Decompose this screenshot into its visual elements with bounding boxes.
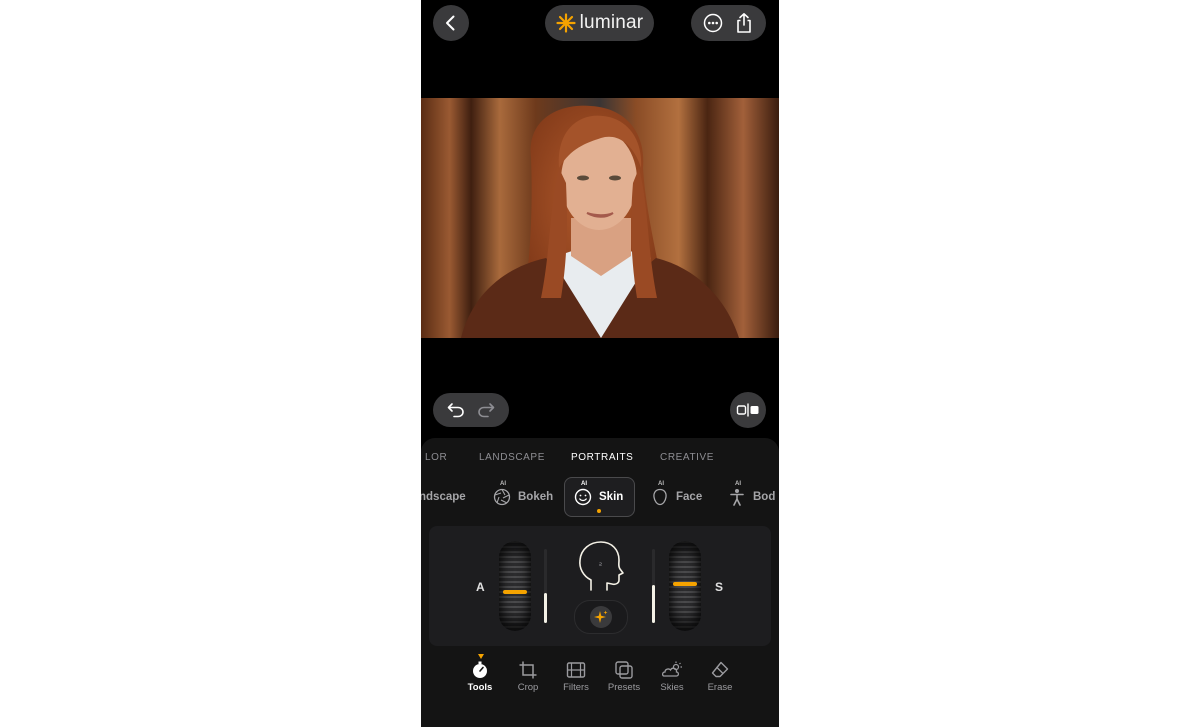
luminar-logo-icon <box>556 13 576 33</box>
compare-button[interactable] <box>730 392 766 428</box>
face-icon: AI <box>651 481 669 506</box>
tool-face[interactable]: AI Face <box>651 477 702 517</box>
left-level-track <box>544 549 547 623</box>
crop-icon <box>519 661 537 679</box>
tool-label: Skin <box>599 491 624 503</box>
portrait-photo <box>421 98 779 338</box>
nav-tools[interactable]: Tools <box>456 660 504 693</box>
smile-icon: AI <box>574 481 592 506</box>
left-dial-marker <box>503 590 527 594</box>
presets-icon <box>615 661 633 679</box>
left-level-fill <box>544 593 547 623</box>
filters-icon <box>566 662 586 678</box>
nav-crop[interactable]: Crop <box>504 660 552 693</box>
nav-label: Tools <box>467 682 493 693</box>
tool-label: Face <box>676 491 703 503</box>
right-dial[interactable] <box>669 541 701 631</box>
nav-presets[interactable]: Presets <box>600 660 648 693</box>
body-icon: AI <box>728 481 746 506</box>
right-dial-marker <box>673 582 697 586</box>
tool-label: Bod <box>753 491 776 503</box>
undo-redo-group <box>433 393 509 427</box>
head-profile-icon: ƨ <box>579 541 624 591</box>
svg-text:ƨ: ƨ <box>599 561 602 568</box>
nav-label: Crop <box>517 682 539 693</box>
phone-screen: luminar LOR LANDSCAPE PORTRAITS CREATIVE… <box>421 0 779 727</box>
app-name: luminar <box>579 12 644 33</box>
right-slider-label: S <box>715 580 724 594</box>
back-button[interactable] <box>433 5 469 41</box>
nav-skies[interactable]: Skies <box>648 660 696 693</box>
redo-icon[interactable] <box>477 402 495 418</box>
nav-label: Presets <box>607 682 641 693</box>
left-slider-label: A <box>476 580 485 594</box>
tool-label: ndscape <box>421 491 466 503</box>
nav-label: Erase <box>707 682 733 693</box>
header-actions <box>691 5 766 41</box>
category-tabs: LOR LANDSCAPE PORTRAITS CREATIVE <box>421 452 779 464</box>
photo-canvas[interactable] <box>421 98 779 338</box>
right-level-track <box>652 549 655 623</box>
tab-creative[interactable]: CREATIVE <box>660 452 714 463</box>
active-nav-indicator <box>478 654 484 659</box>
nav-label: Filters <box>563 682 589 693</box>
selected-indicator <box>597 509 601 513</box>
erase-icon <box>711 661 729 678</box>
tool-body[interactable]: AI Bod <box>728 477 775 517</box>
compare-icon <box>736 403 759 417</box>
bottom-nav: Tools Crop Filters Presets Skies Erase <box>461 660 761 705</box>
app-logo: luminar <box>545 5 654 41</box>
sparkle-icon <box>590 606 612 628</box>
auto-enhance-button[interactable] <box>574 600 628 634</box>
tab-landscape[interactable]: LANDSCAPE <box>479 452 545 463</box>
ai-badge: AI <box>500 481 506 487</box>
tool-landscape[interactable]: ndscape <box>421 477 466 517</box>
tool-label: Bokeh <box>518 491 554 503</box>
ai-badge: AI <box>735 481 741 487</box>
tools-icon <box>473 661 487 678</box>
nav-label: Skies <box>660 682 684 693</box>
skies-icon <box>661 661 682 677</box>
left-dial[interactable] <box>499 541 531 631</box>
undo-icon[interactable] <box>447 402 465 418</box>
ai-badge: AI <box>658 481 664 487</box>
share-icon[interactable] <box>734 12 754 34</box>
chevron-left-icon <box>446 15 455 31</box>
tab-color[interactable]: LOR <box>425 452 447 463</box>
nav-filters[interactable]: Filters <box>552 660 600 693</box>
ai-badge: AI <box>581 481 587 487</box>
nav-erase[interactable]: Erase <box>696 660 744 693</box>
tool-bokeh[interactable]: AI Bokeh <box>493 477 553 517</box>
more-icon[interactable] <box>703 13 723 33</box>
tab-portraits[interactable]: PORTRAITS <box>571 452 633 463</box>
aperture-icon: AI <box>493 481 511 506</box>
right-level-fill <box>652 585 655 623</box>
